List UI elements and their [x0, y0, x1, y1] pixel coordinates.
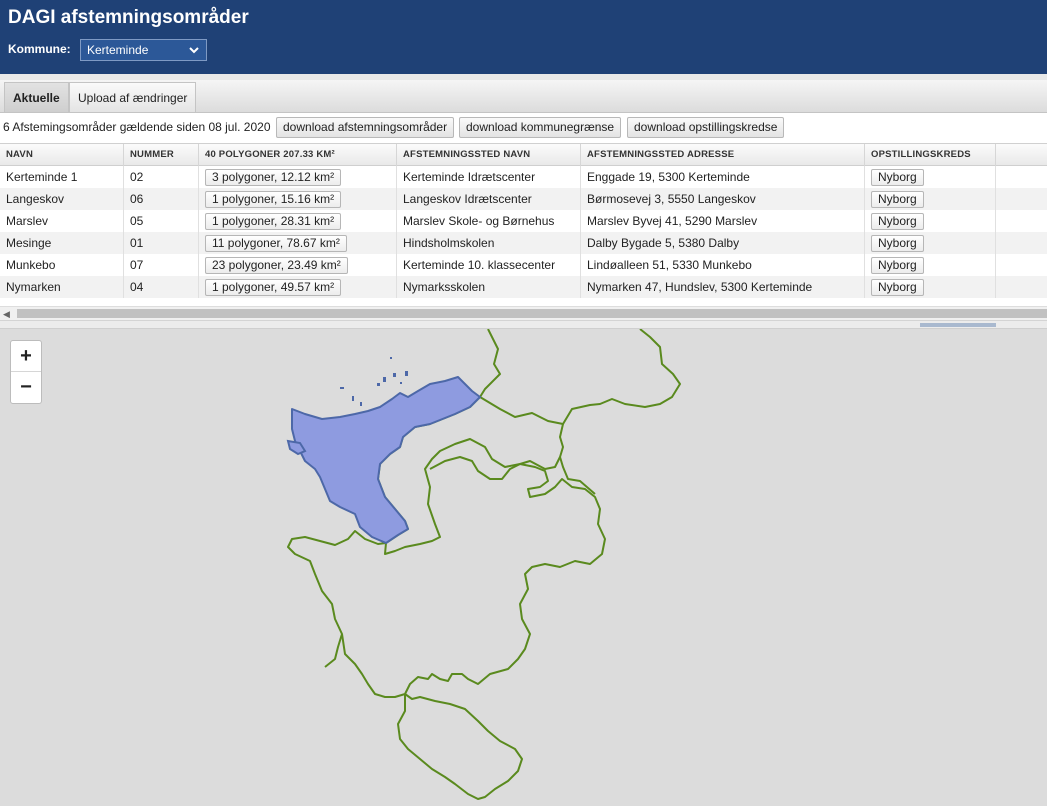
column-header-navn[interactable]: NAVN — [0, 144, 124, 166]
cell-navn: Nymarken — [0, 276, 124, 298]
app-title: DAGI afstemningsområder — [8, 7, 249, 28]
district-boundary-south — [397, 693, 523, 800]
cell-polygoner: 1 polygoner, 28.31 km² — [199, 210, 397, 232]
kreds-button[interactable]: Nyborg — [871, 168, 924, 186]
polygon-button[interactable]: 1 polygoner, 28.31 km² — [205, 212, 342, 230]
chevron-down-icon — [189, 47, 199, 54]
cell-nummer: 01 — [124, 232, 199, 254]
column-header-opstillingskreds[interactable]: OPSTILLINGSKREDS — [865, 144, 996, 166]
download-kommunegraense-button[interactable]: download kommunegrænse — [459, 117, 622, 138]
kreds-button[interactable]: Nyborg — [871, 190, 924, 208]
polygon-button[interactable]: 1 polygoner, 15.16 km² — [205, 190, 342, 208]
cell-sted-adresse: Dalby Bygade 5, 5380 Dalby — [581, 232, 865, 254]
table-horizontal-scrollbar[interactable]: ◀ — [0, 306, 1047, 320]
cell-polygoner: 1 polygoner, 49.57 km² — [199, 276, 397, 298]
kommune-label: Kommune: — [8, 42, 71, 56]
table-row[interactable]: Langeskov 06 1 polygoner, 15.16 km² Lang… — [0, 188, 1047, 210]
islet — [393, 373, 396, 377]
cell-navn: Langeskov — [0, 188, 124, 210]
zoom-out-button[interactable]: − — [11, 372, 41, 403]
polygon-button[interactable]: 3 polygoner, 12.12 km² — [205, 168, 342, 186]
map-view[interactable]: + − — [0, 329, 1047, 806]
cell-navn: Mesinge — [0, 232, 124, 254]
polygon-button[interactable]: 1 polygoner, 49.57 km² — [205, 278, 342, 296]
kreds-button[interactable]: Nyborg — [871, 234, 924, 252]
zoom-in-button[interactable]: + — [11, 341, 41, 372]
cell-sted-navn: Hindsholmskolen — [397, 232, 581, 254]
scrollbar-thumb[interactable] — [17, 309, 1047, 318]
cell-polygoner: 1 polygoner, 15.16 km² — [199, 188, 397, 210]
islet — [360, 402, 362, 406]
download-opstillingskredse-button[interactable]: download opstillingskredse — [627, 117, 785, 138]
table-row[interactable]: Kerteminde 1 02 3 polygoner, 12.12 km² K… — [0, 166, 1047, 188]
cell-kreds: Nyborg — [865, 188, 996, 210]
cell-polygoner: 23 polygoner, 23.49 km² — [199, 254, 397, 276]
kommune-boundary — [479, 329, 681, 425]
islet — [383, 377, 386, 382]
islet — [405, 371, 408, 376]
app-header: DAGI afstemningsområder Kommune: Kertemi… — [0, 0, 1047, 74]
cell-navn: Munkebo — [0, 254, 124, 276]
cell-sted-navn: Nymarksskolen — [397, 276, 581, 298]
cell-nummer: 05 — [124, 210, 199, 232]
scroll-left-icon[interactable]: ◀ — [3, 309, 10, 320]
tab-upload[interactable]: Upload af ændringer — [69, 82, 197, 112]
splitter-handle[interactable] — [920, 323, 996, 327]
cell-nummer: 02 — [124, 166, 199, 188]
cell-sted-navn: Langeskov Idrætscenter — [397, 188, 581, 210]
cell-sted-adresse: Børmosevej 3, 5550 Langeskov — [581, 188, 865, 210]
district-boundary-west — [324, 633, 343, 668]
cell-polygoner: 3 polygoner, 12.12 km² — [199, 166, 397, 188]
islet — [340, 387, 344, 389]
table-row[interactable]: Munkebo 07 23 polygoner, 23.49 km² Kerte… — [0, 254, 1047, 276]
islet — [390, 357, 392, 359]
kreds-button[interactable]: Nyborg — [871, 212, 924, 230]
islet — [400, 382, 402, 384]
cell-polygoner: 11 polygoner, 78.67 km² — [199, 232, 397, 254]
summary-bar: 6 Afstemingsområder gældende siden 08 ju… — [0, 113, 1047, 143]
polygon-button[interactable]: 23 polygoner, 23.49 km² — [205, 256, 348, 274]
zoom-control: + − — [10, 340, 42, 404]
download-afstemningsomraader-button[interactable]: download afstemningsområder — [276, 117, 455, 138]
map-canvas[interactable] — [0, 329, 1047, 806]
table-row[interactable]: Marslev 05 1 polygoner, 28.31 km² Marsle… — [0, 210, 1047, 232]
cell-sted-adresse: Nymarken 47, Hundslev, 5300 Kerteminde — [581, 276, 865, 298]
islet — [352, 396, 354, 401]
cell-nummer: 07 — [124, 254, 199, 276]
tab-bar: Aktuelle Upload af ændringer — [0, 80, 1047, 113]
cell-sted-adresse: Enggade 19, 5300 Kerteminde — [581, 166, 865, 188]
table-row[interactable]: Nymarken 04 1 polygoner, 49.57 km² Nymar… — [0, 276, 1047, 298]
kreds-button[interactable]: Nyborg — [871, 278, 924, 296]
cell-navn: Kerteminde 1 — [0, 166, 124, 188]
column-header-sted-adresse[interactable]: AFSTEMNINGSSTED ADRESSE — [581, 144, 865, 166]
cell-kreds: Nyborg — [865, 254, 996, 276]
table-row[interactable]: Mesinge 01 11 polygoner, 78.67 km² Hinds… — [0, 232, 1047, 254]
cell-kreds: Nyborg — [865, 232, 996, 254]
column-header-nummer[interactable]: NUMMER — [124, 144, 199, 166]
kommune-select[interactable]: Kerteminde — [80, 39, 207, 61]
polygon-button[interactable]: 11 polygoner, 78.67 km² — [205, 234, 347, 252]
islet — [377, 383, 380, 386]
column-header-polygoner[interactable]: 40 POLYGONER 207.33 KM² — [199, 144, 397, 166]
cell-kreds: Nyborg — [865, 276, 996, 298]
kommune-select-value: Kerteminde — [87, 43, 149, 57]
column-header-sted-navn[interactable]: AFSTEMNINGSSTED NAVN — [397, 144, 581, 166]
cell-nummer: 04 — [124, 276, 199, 298]
cell-sted-navn: Kerteminde Idrætscenter — [397, 166, 581, 188]
cell-sted-adresse: Marslev Byvej 41, 5290 Marslev — [581, 210, 865, 232]
cell-sted-navn: Marslev Skole- og Børnehus — [397, 210, 581, 232]
tab-aktuelle[interactable]: Aktuelle — [4, 82, 69, 112]
cell-kreds: Nyborg — [865, 210, 996, 232]
cell-sted-navn: Kerteminde 10. klassecenter — [397, 254, 581, 276]
table-header: NAVN NUMMER 40 POLYGONER 207.33 KM² AFST… — [0, 143, 1047, 166]
cell-kreds: Nyborg — [865, 166, 996, 188]
cell-navn: Marslev — [0, 210, 124, 232]
cell-nummer: 06 — [124, 188, 199, 210]
summary-text: 6 Afstemingsområder gældende siden 08 ju… — [3, 120, 271, 134]
kreds-button[interactable]: Nyborg — [871, 256, 924, 274]
cell-sted-adresse: Lindøalleen 51, 5330 Munkebo — [581, 254, 865, 276]
panel-splitter[interactable] — [0, 320, 1047, 329]
